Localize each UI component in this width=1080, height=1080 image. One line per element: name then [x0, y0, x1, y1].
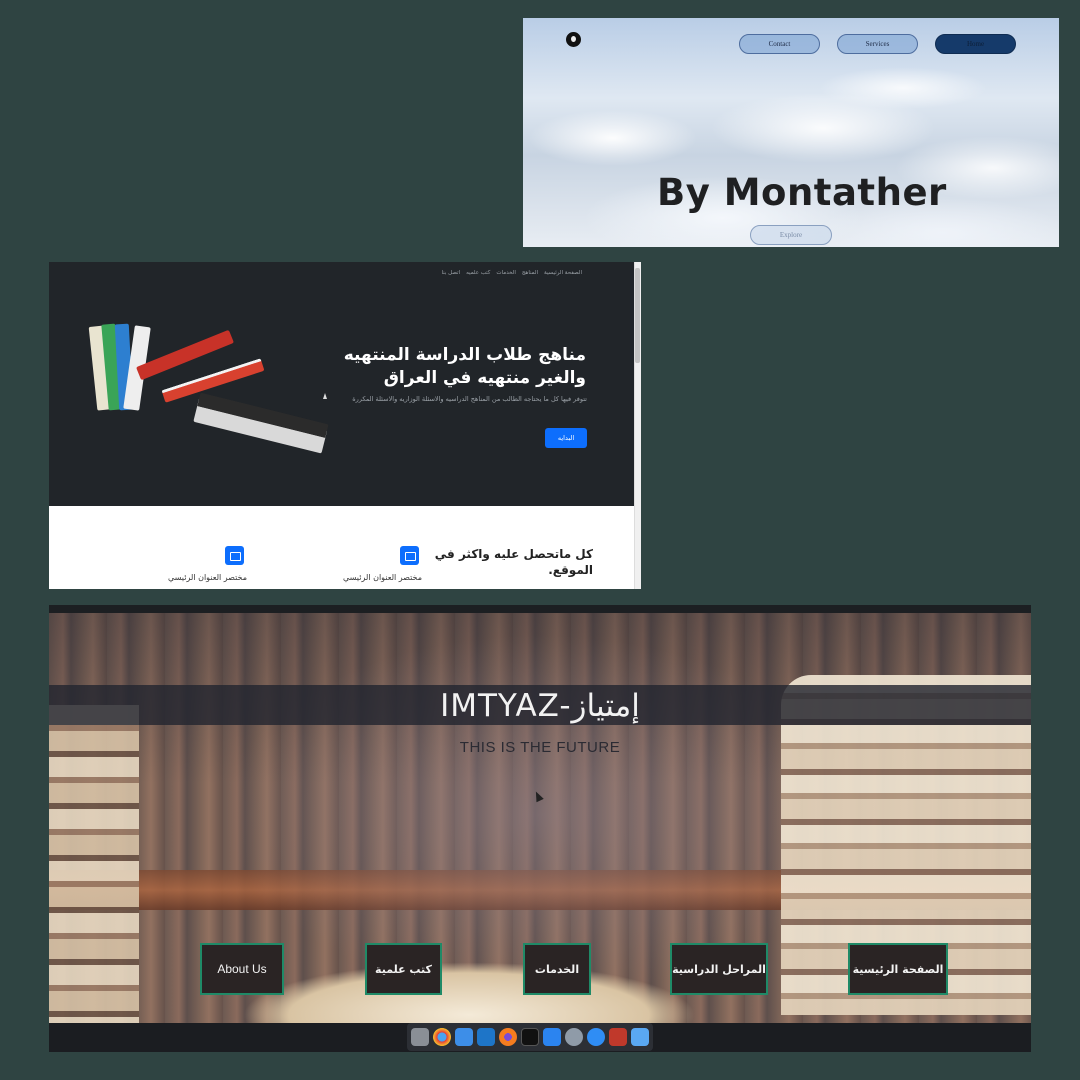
- stages-button[interactable]: المراحل الدراسية: [670, 943, 768, 995]
- appstore-icon[interactable]: [543, 1028, 561, 1046]
- trash-icon[interactable]: [411, 1028, 429, 1046]
- hero-title: By Montather: [657, 171, 947, 214]
- imtyaz-site-screenshot: IMTYAZ-إمتياز THIS IS THE FUTURE About U…: [49, 605, 1031, 1052]
- finder-icon[interactable]: [455, 1028, 473, 1046]
- chrome-icon[interactable]: [433, 1028, 451, 1046]
- mouse-cursor-icon: [323, 393, 327, 399]
- contact-button[interactable]: Contact: [739, 34, 820, 54]
- dock: [407, 1023, 653, 1051]
- scrollbar[interactable]: [634, 262, 641, 589]
- top-nav: الصفحة الرئيسية المناهج الخدمات كتب علمي…: [441, 270, 582, 276]
- nav-curricula[interactable]: المناهج: [522, 270, 538, 276]
- terminal-icon[interactable]: [521, 1028, 539, 1046]
- hero-lead: تتوفر فيها كل ما يحتاجه الطالب من المناه…: [352, 395, 587, 403]
- brand-title: IMTYAZ-إمتياز: [440, 688, 640, 724]
- nav-home[interactable]: الصفحة الرئيسية: [544, 270, 582, 276]
- home-button[interactable]: الصفحة الرئيسية: [848, 943, 948, 995]
- hero-headline: مناهج طلاب الدراسة المنتهيه والغير منتهي…: [343, 345, 586, 388]
- safari-icon[interactable]: [587, 1028, 605, 1046]
- features-heading: كل ماتحصل عليه واكثر في الموقع.: [434, 547, 593, 577]
- chart-icon: [225, 546, 244, 565]
- nav-contact[interactable]: اتصل بنا: [441, 270, 460, 276]
- curricula-site-screenshot: الصفحة الرئيسية المناهج الخدمات كتب علمي…: [49, 262, 641, 589]
- books-button[interactable]: كتب علمية: [365, 943, 442, 995]
- feature-title: مختصر العنوان الرئيسي: [343, 573, 422, 582]
- clouds-site-screenshot: Contact Services Home By Montather Explo…: [523, 18, 1059, 247]
- site-logo-icon[interactable]: [566, 32, 581, 47]
- box-icon: [400, 546, 419, 565]
- nav-books[interactable]: كتب علميه: [466, 270, 490, 276]
- about-us-button[interactable]: About Us: [200, 943, 284, 995]
- hero-section: الصفحة الرئيسية المناهج الخدمات كتب علمي…: [49, 262, 634, 506]
- start-button[interactable]: البدايه: [545, 428, 587, 448]
- firefox-icon[interactable]: [499, 1028, 517, 1046]
- photobooth-icon[interactable]: [609, 1028, 627, 1046]
- home-button[interactable]: Home: [935, 34, 1016, 54]
- explore-button[interactable]: Explore: [750, 225, 832, 245]
- feature-title: مختصر العنوان الرئيسي: [168, 573, 247, 582]
- nav-services[interactable]: الخدمات: [496, 270, 515, 276]
- files-icon[interactable]: [631, 1028, 649, 1046]
- tagline: THIS IS THE FUTURE: [459, 739, 621, 756]
- scrollbar-thumb[interactable]: [635, 268, 640, 363]
- vscode-icon[interactable]: [477, 1028, 495, 1046]
- services-button[interactable]: الخدمات: [523, 943, 591, 995]
- launchpad-icon[interactable]: [565, 1028, 583, 1046]
- services-button[interactable]: Services: [837, 34, 918, 54]
